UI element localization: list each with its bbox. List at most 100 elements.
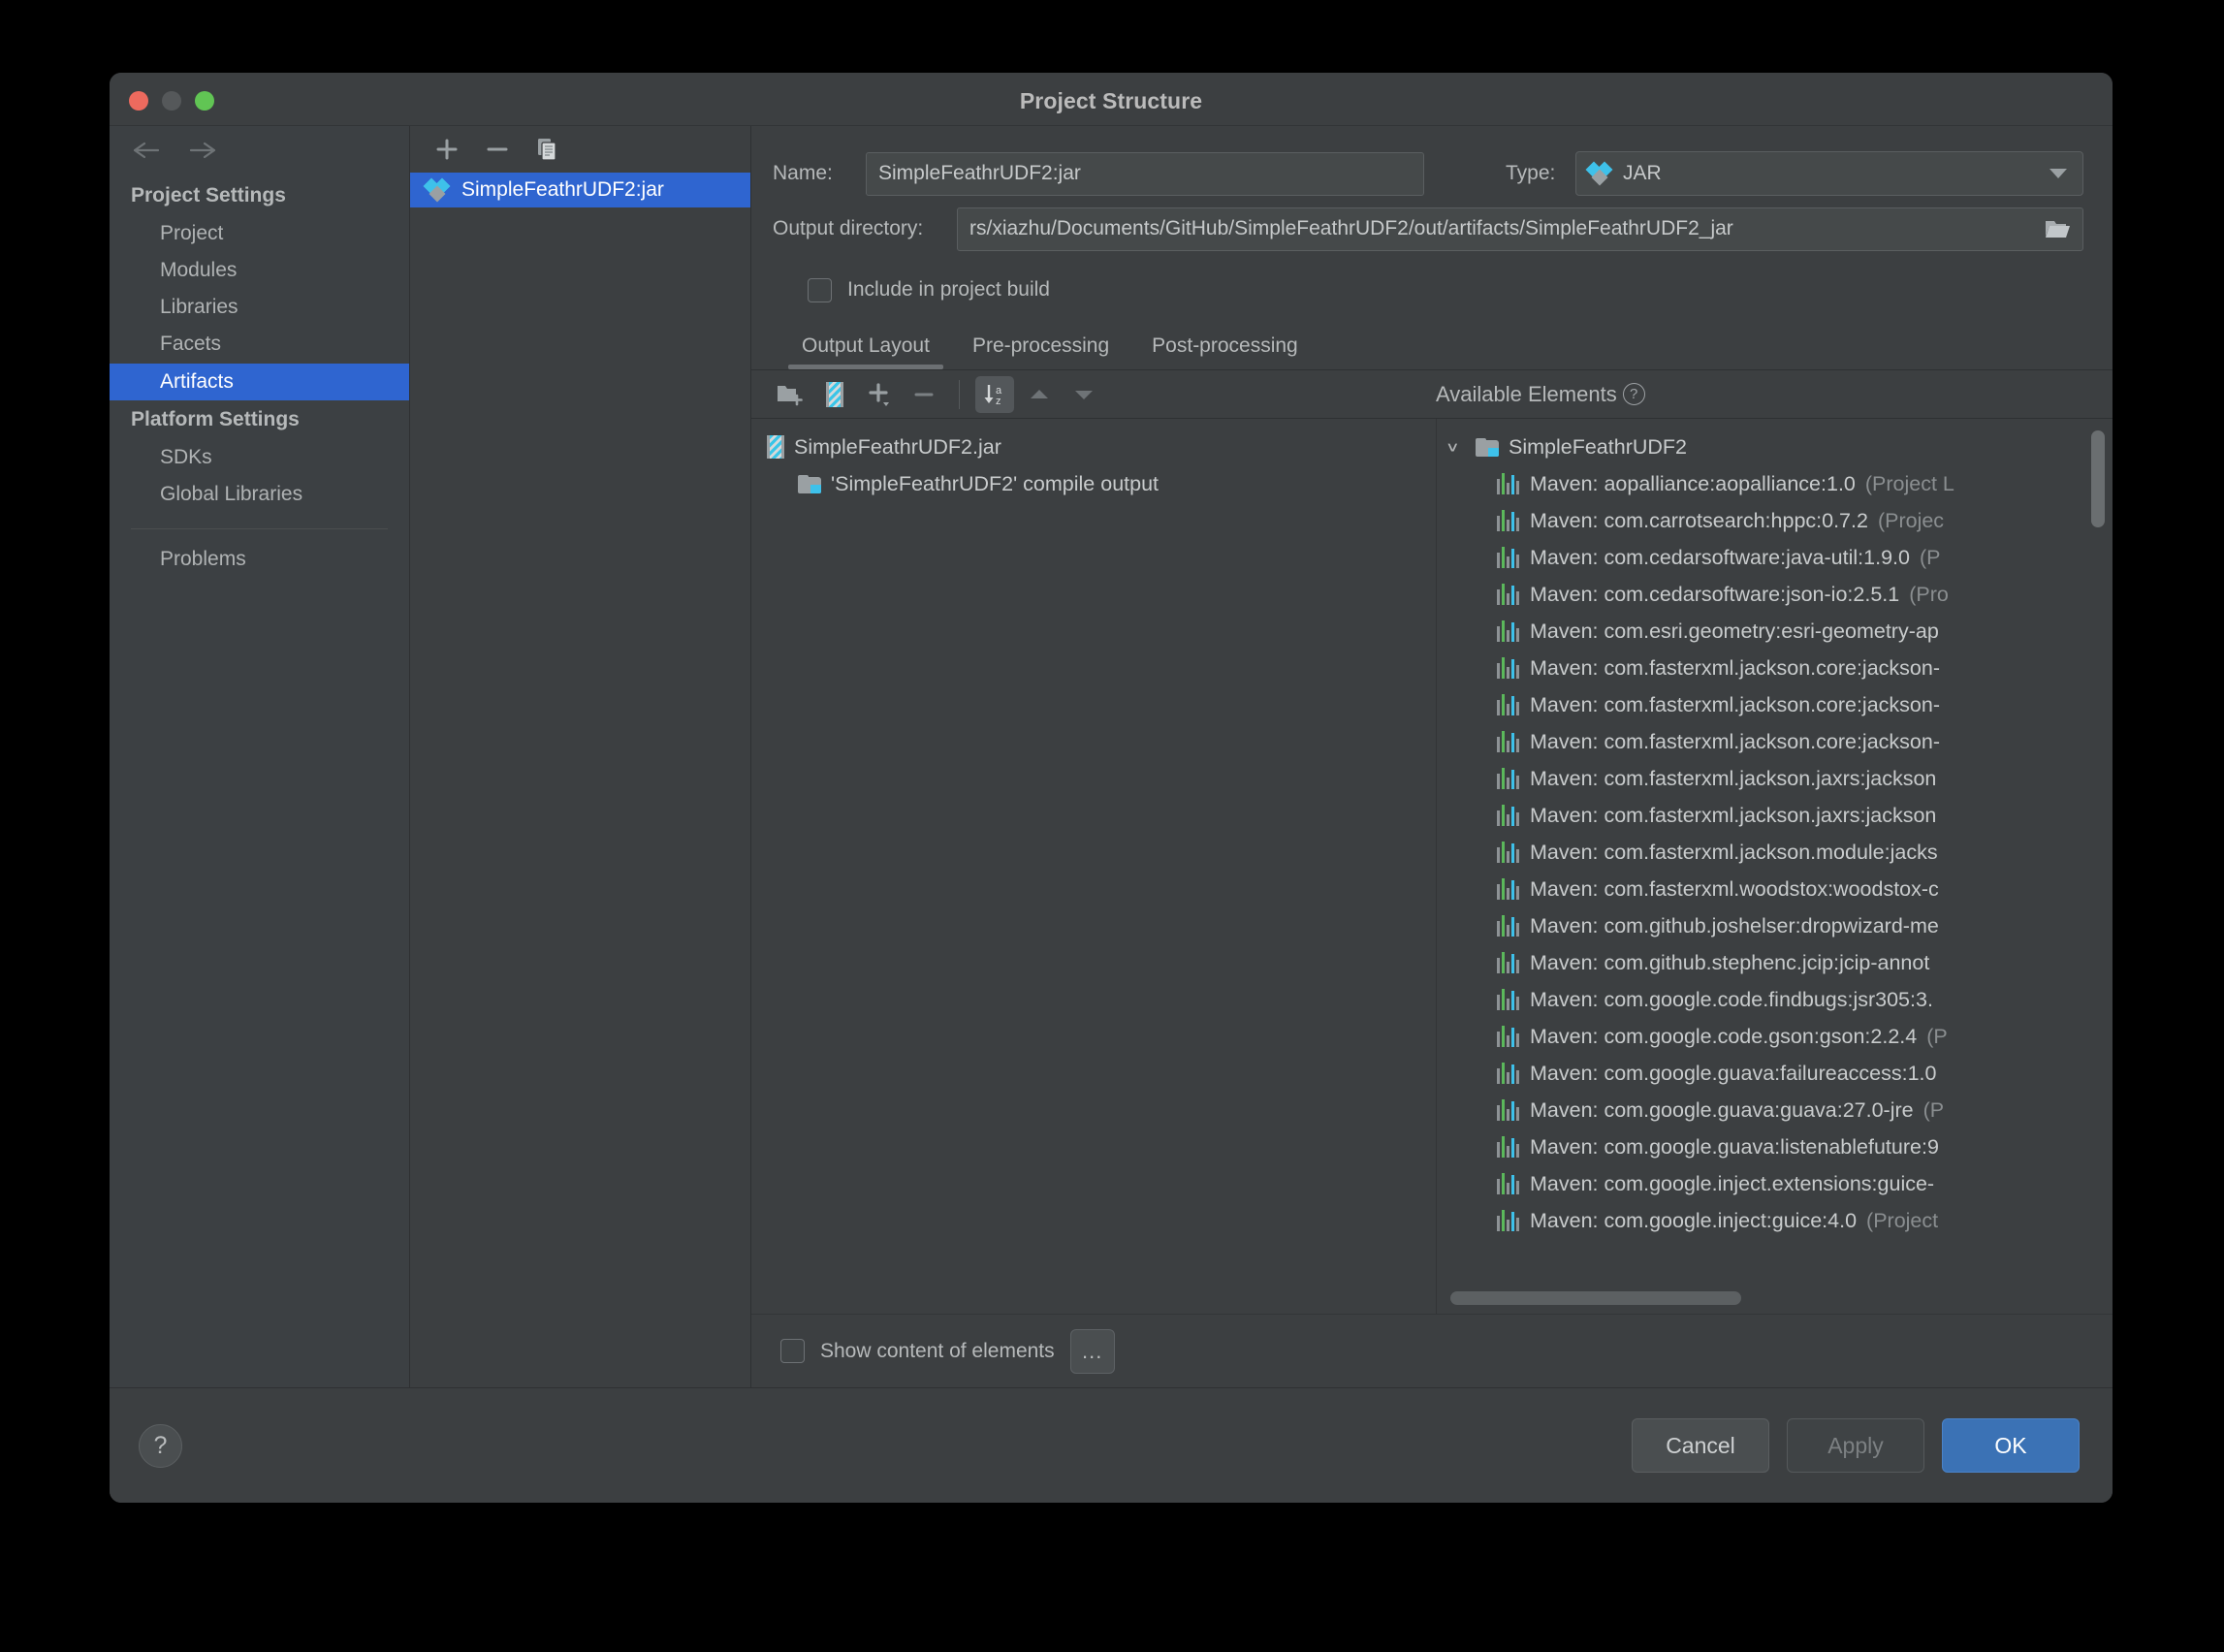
tree-row-suffix: (Project L (1864, 471, 1954, 495)
tree-row[interactable]: ∨ SimpleFeathrUDF2 (1437, 429, 2113, 465)
archive-add-icon (826, 381, 843, 407)
jar-artifact-icon (423, 177, 451, 203)
create-archive-button[interactable] (815, 376, 854, 413)
tree-row[interactable]: Maven: com.cedarsoftware:java-util:1.9.0… (1437, 539, 2113, 576)
tree-row-label: Maven: com.carrotsearch:hppc:0.7.2 (1530, 508, 1868, 532)
detail-tabs: Output Layout Pre-processing Post-proces… (751, 320, 2113, 370)
artifact-type-select[interactable]: JAR (1575, 151, 2083, 196)
library-icon (1497, 989, 1520, 1010)
tree-row[interactable]: Maven: aopalliance:aopalliance:1.0 (Proj… (1437, 465, 2113, 502)
tree-row[interactable]: Maven: com.google.code.findbugs:jsr305:3… (1437, 981, 2113, 1018)
dialog-footer: ? Cancel Apply OK (110, 1388, 2113, 1503)
sort-elements-button[interactable]: a z (975, 375, 1014, 413)
tab-post-processing[interactable]: Post-processing (1130, 334, 1319, 369)
tree-row-label: SimpleFeathrUDF2.jar (794, 434, 1001, 459)
tree-row[interactable]: Maven: com.google.guava:failureaccess:1.… (1437, 1055, 2113, 1092)
arrow-left-icon[interactable] (133, 141, 160, 162)
library-icon (1497, 915, 1520, 937)
chevron-down-icon[interactable]: ∨ (1446, 439, 1469, 455)
help-button[interactable]: ? (139, 1423, 182, 1468)
sidebar-item-modules[interactable]: Modules (110, 252, 409, 289)
archive-icon (767, 435, 784, 459)
add-copy-of-button[interactable] (860, 376, 899, 413)
tree-row[interactable]: Maven: com.fasterxml.jackson.jaxrs:jacks… (1437, 760, 2113, 797)
arrow-right-icon[interactable] (189, 141, 216, 162)
tree-row-label: Maven: com.fasterxml.jackson.core:jackso… (1530, 729, 1940, 753)
show-content-options-button[interactable]: ... (1069, 1328, 1115, 1374)
available-elements-tree: ∨ SimpleFeathrUDF2 Maven: aopalliance:aopa… (1436, 419, 2113, 1314)
create-directory-button[interactable] (771, 376, 810, 413)
tree-row[interactable]: Maven: com.fasterxml.jackson.core:jackso… (1437, 686, 2113, 723)
cancel-button[interactable]: Cancel (1632, 1418, 1769, 1473)
available-elements-vertical-scrollbar[interactable] (2091, 430, 2105, 527)
include-in-build-label: Include in project build (847, 278, 1050, 301)
tree-row[interactable]: Maven: com.fasterxml.jackson.core:jackso… (1437, 650, 2113, 686)
include-in-build-checkbox[interactable] (808, 277, 832, 302)
move-down-button[interactable] (1064, 376, 1103, 413)
remove-element-button[interactable] (905, 376, 943, 413)
move-up-button[interactable] (1020, 376, 1059, 413)
tab-pre-processing[interactable]: Pre-processing (951, 334, 1130, 369)
tree-row[interactable]: 'SimpleFeathrUDF2' compile output (751, 465, 1436, 502)
ok-button[interactable]: OK (1942, 1418, 2080, 1473)
sidebar-group-project-settings: Project Settings (131, 184, 286, 206)
tree-row[interactable]: Maven: com.carrotsearch:hppc:0.7.2 (Proj… (1437, 502, 2113, 539)
available-elements-label: Available Elements (1436, 381, 1617, 406)
tree-row[interactable]: Maven: com.google.inject:guice:4.0 (Proj… (1437, 1202, 2113, 1239)
sidebar-item-problems[interactable]: Problems (110, 541, 409, 578)
artifact-type-value: JAR (1623, 162, 1662, 184)
tree-row[interactable]: Maven: com.google.guava:listenablefuture… (1437, 1128, 2113, 1165)
apply-button[interactable]: Apply (1787, 1418, 1924, 1473)
tree-row[interactable]: Maven: com.github.joshelser:dropwizard-m… (1437, 907, 2113, 944)
copy-artifact-button[interactable] (532, 134, 563, 165)
sidebar-item-global-libraries[interactable]: Global Libraries (110, 476, 409, 513)
show-content-checkbox[interactable] (780, 1339, 805, 1363)
tree-row-label: Maven: com.github.stephenc.jcip:jcip-ann… (1530, 950, 1930, 974)
remove-artifact-button[interactable] (482, 134, 513, 165)
tab-output-layout[interactable]: Output Layout (780, 334, 951, 369)
available-elements-header: Available Elements ? (1436, 382, 1645, 407)
tree-row[interactable]: Maven: com.google.inject.extensions:guic… (1437, 1165, 2113, 1202)
sidebar-item-facets[interactable]: Facets (110, 326, 409, 363)
library-icon (1497, 1210, 1520, 1231)
library-icon (1497, 805, 1520, 826)
library-icon (1497, 694, 1520, 715)
library-icon (1497, 584, 1520, 605)
layout-split: SimpleFeathrUDF2.jar 'SimpleFeathrUDF2' … (751, 419, 2113, 1314)
library-icon (1497, 1026, 1520, 1047)
tree-row-suffix: (P (1919, 545, 1941, 569)
tree-row[interactable]: Maven: com.google.guava:guava:27.0-jre (… (1437, 1092, 2113, 1128)
tree-row-label: Maven: com.google.guava:guava:27.0-jre (1530, 1097, 1914, 1122)
sidebar-item-project[interactable]: Project (110, 215, 409, 252)
tree-row[interactable]: Maven: com.esri.geometry:esri-geometry-a… (1437, 613, 2113, 650)
tree-row[interactable]: Maven: com.fasterxml.woodstox:woodstox-c (1437, 871, 2113, 907)
artifacts-list-panel: SimpleFeathrUDF2:jar (410, 126, 751, 1387)
include-in-build-row[interactable]: Include in project build (751, 260, 2113, 320)
tree-row[interactable]: SimpleFeathrUDF2.jar (751, 429, 1436, 465)
available-elements-horizontal-scrollbar[interactable] (1450, 1291, 1741, 1305)
help-icon[interactable]: ? (1622, 383, 1645, 405)
tree-row[interactable]: Maven: com.fasterxml.jackson.module:jack… (1437, 834, 2113, 871)
sidebar-item-libraries[interactable]: Libraries (110, 289, 409, 326)
add-artifact-button[interactable] (431, 134, 462, 165)
tree-row-label: Maven: com.fasterxml.jackson.core:jackso… (1530, 655, 1940, 680)
settings-sidebar: Project Settings Project Modules Librari… (110, 126, 410, 1387)
library-icon (1497, 1173, 1520, 1194)
tree-row[interactable]: Maven: com.google.code.gson:gson:2.2.4 (… (1437, 1018, 2113, 1055)
tree-row[interactable]: Maven: com.github.stephenc.jcip:jcip-ann… (1437, 944, 2113, 981)
output-directory-label: Output directory: (773, 217, 924, 239)
sidebar-item-sdks[interactable]: SDKs (110, 439, 409, 476)
library-icon (1497, 473, 1520, 494)
tree-row[interactable]: Maven: com.fasterxml.jackson.jaxrs:jacks… (1437, 797, 2113, 834)
tree-row[interactable]: Maven: com.fasterxml.jackson.core:jackso… (1437, 723, 2113, 760)
folder-open-icon[interactable] (2044, 217, 2071, 240)
artifact-list-item[interactable]: SimpleFeathrUDF2:jar (410, 173, 750, 207)
output-directory-input[interactable]: rs/xiazhu/Documents/GitHub/SimpleFeathrU… (957, 206, 2083, 251)
sidebar-item-artifacts[interactable]: Artifacts (110, 363, 409, 400)
tree-row-label: SimpleFeathrUDF2 (1509, 434, 1687, 459)
sidebar-divider (131, 527, 388, 529)
navigation-arrows (110, 126, 409, 176)
tree-row-label: Maven: com.cedarsoftware:json-io:2.5.1 (1530, 582, 1900, 606)
artifact-name-input[interactable]: SimpleFeathrUDF2:jar (866, 151, 1424, 196)
tree-row[interactable]: Maven: com.cedarsoftware:json-io:2.5.1 (… (1437, 576, 2113, 613)
